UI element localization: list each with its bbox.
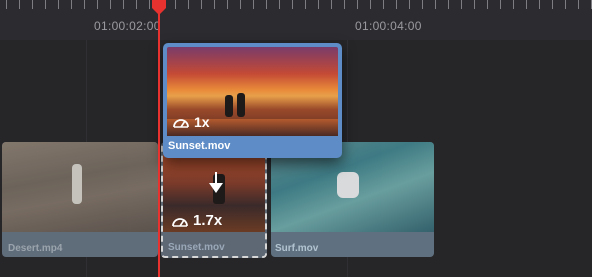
speedometer-icon <box>172 217 188 227</box>
playhead[interactable] <box>158 10 160 277</box>
clip-sunset-ghost[interactable]: Sunset.mov <box>161 142 267 258</box>
timeline[interactable]: 01:00:02:00 01:00:04:00 Desert.mp4 Surf.… <box>0 0 592 277</box>
ruler-ticks <box>0 0 592 14</box>
timeline-ruler[interactable]: 01:00:02:00 01:00:04:00 <box>0 0 592 40</box>
clip-name: Sunset.mov <box>168 242 225 253</box>
speed-indicator: 1.7x <box>171 212 222 229</box>
figure-silhouette <box>225 95 233 117</box>
clip-name: Surf.mov <box>275 243 319 254</box>
clip-surf[interactable]: Surf.mov <box>271 142 434 257</box>
clip-sunset-selected[interactable]: Sunset.mov <box>163 43 342 158</box>
playhead-marker-icon[interactable] <box>151 0 167 16</box>
ruler-timecode-2: 01:00:04:00 <box>355 19 422 33</box>
figure-silhouette <box>237 93 245 117</box>
figure-silhouette <box>337 172 359 198</box>
clip-thumbnail <box>2 142 158 232</box>
speedometer-icon <box>173 119 189 128</box>
clip-name: Desert.mp4 <box>8 243 63 254</box>
figure-silhouette <box>72 164 82 204</box>
speed-value: 1x <box>194 114 210 130</box>
speed-indicator: 1x <box>172 114 210 130</box>
speed-value: 1.7x <box>193 212 223 229</box>
clip-desert[interactable]: Desert.mp4 <box>2 142 158 257</box>
arrow-down-icon <box>209 172 223 193</box>
ruler-timecode-1: 01:00:02:00 <box>94 19 161 33</box>
clip-name: Sunset.mov <box>168 140 231 152</box>
